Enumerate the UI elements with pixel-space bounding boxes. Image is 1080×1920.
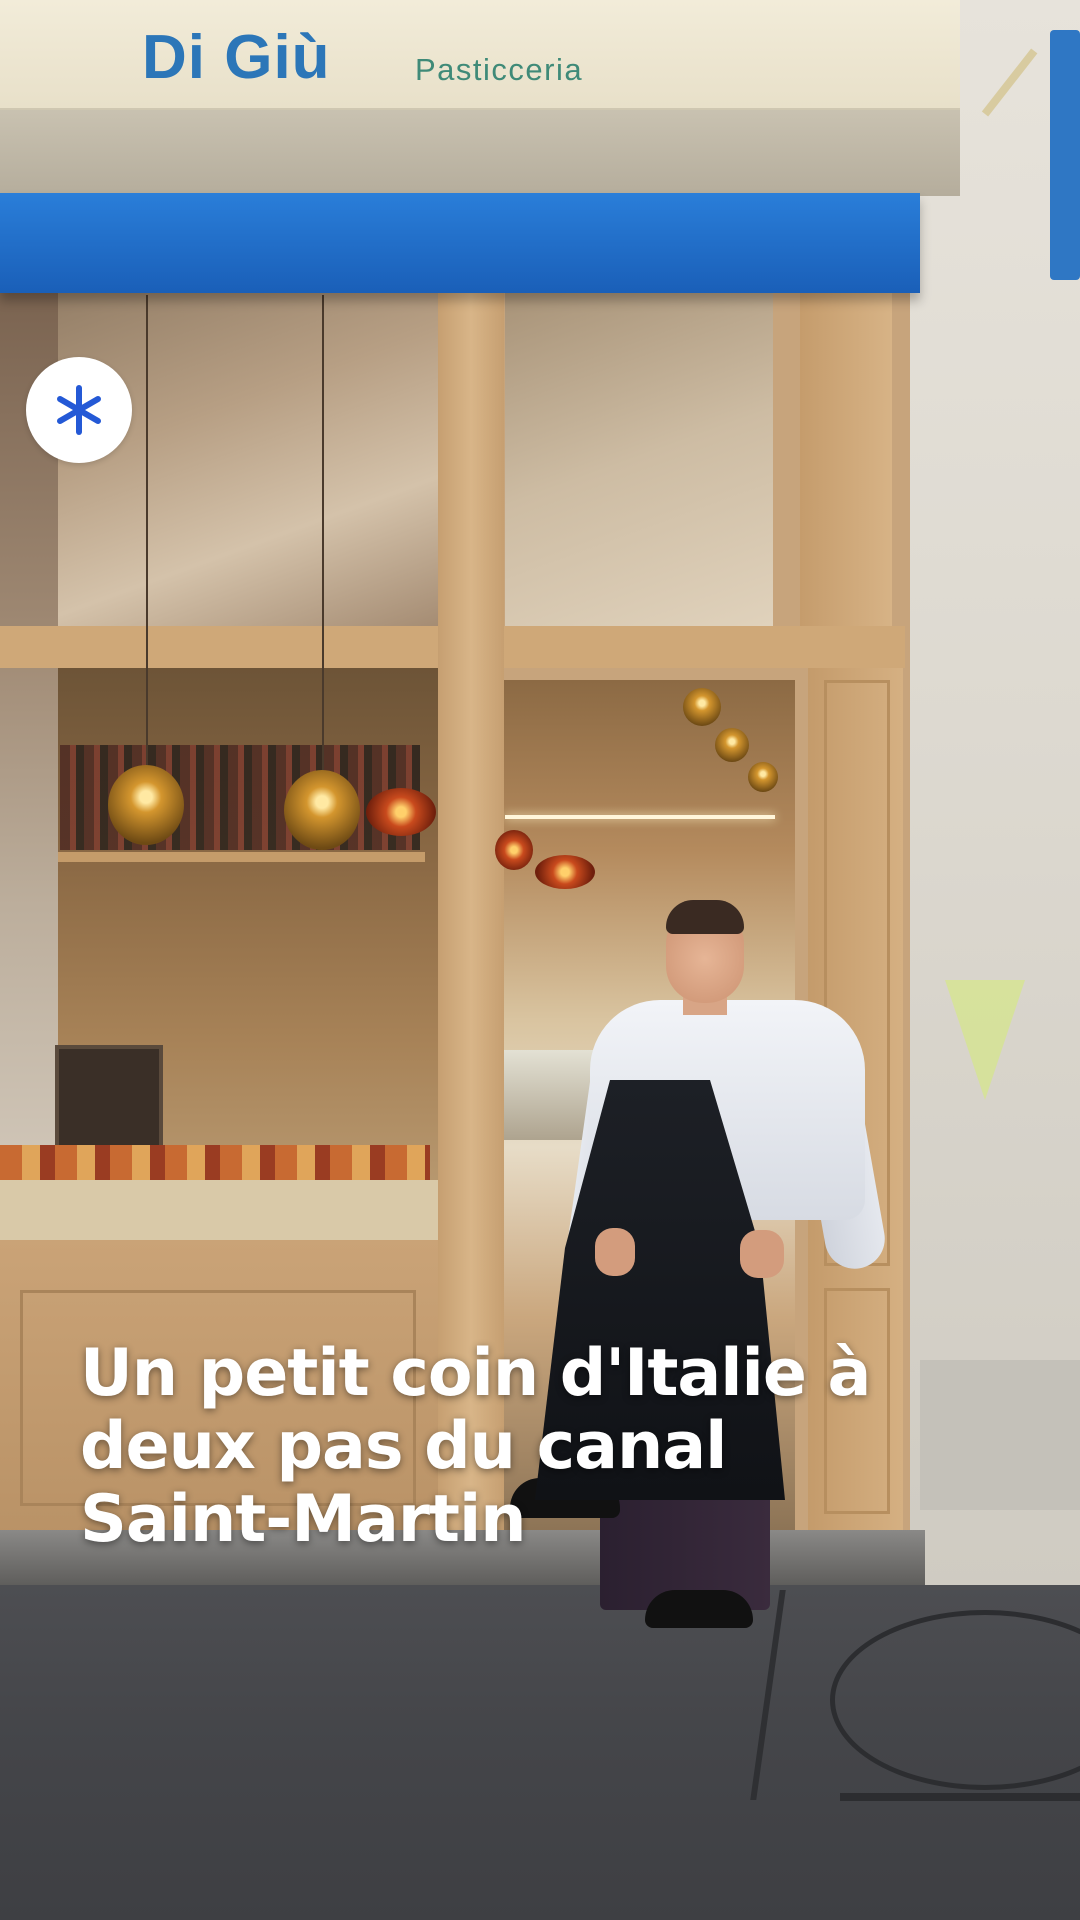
upper-wood-panel bbox=[800, 290, 892, 626]
chef-hand bbox=[595, 1228, 635, 1276]
upper-window-right bbox=[505, 290, 773, 626]
pendant-lamp bbox=[715, 728, 749, 762]
publisher-logo[interactable] bbox=[26, 357, 132, 463]
pendant-lamp bbox=[366, 788, 436, 836]
shelf bbox=[55, 852, 425, 862]
pendant-lamp bbox=[535, 855, 595, 889]
lamp-cord bbox=[322, 295, 324, 775]
sign-fascia bbox=[0, 108, 960, 196]
photo-background: Di Giù Pasticceria bbox=[0, 0, 1080, 1920]
pizza-display bbox=[0, 1145, 430, 1180]
pendant-lamp bbox=[108, 765, 184, 845]
blue-awning bbox=[0, 193, 920, 293]
asterisk-icon bbox=[57, 385, 101, 435]
shop-signboard: Di Giù Pasticceria bbox=[0, 0, 960, 110]
chef-shoe bbox=[645, 1590, 753, 1628]
pendant-lamp bbox=[284, 770, 360, 850]
lamp-cord bbox=[146, 295, 148, 770]
pendant-lamp bbox=[683, 688, 721, 726]
blade-sign bbox=[1050, 30, 1080, 280]
shop-name: Di Giù bbox=[142, 23, 331, 92]
shop-subtitle: Pasticceria bbox=[415, 52, 584, 87]
display-case bbox=[0, 1180, 438, 1240]
pendant-lamp bbox=[495, 830, 533, 870]
ceiling-light bbox=[505, 815, 775, 819]
drain-grate bbox=[840, 1793, 1080, 1801]
chef-hair bbox=[666, 900, 744, 934]
pendant-lamp bbox=[748, 762, 778, 792]
oven bbox=[55, 1045, 163, 1153]
chef-hand bbox=[740, 1230, 784, 1278]
story-caption: Un petit coin d'Italie à deux pas du can… bbox=[80, 1336, 871, 1557]
